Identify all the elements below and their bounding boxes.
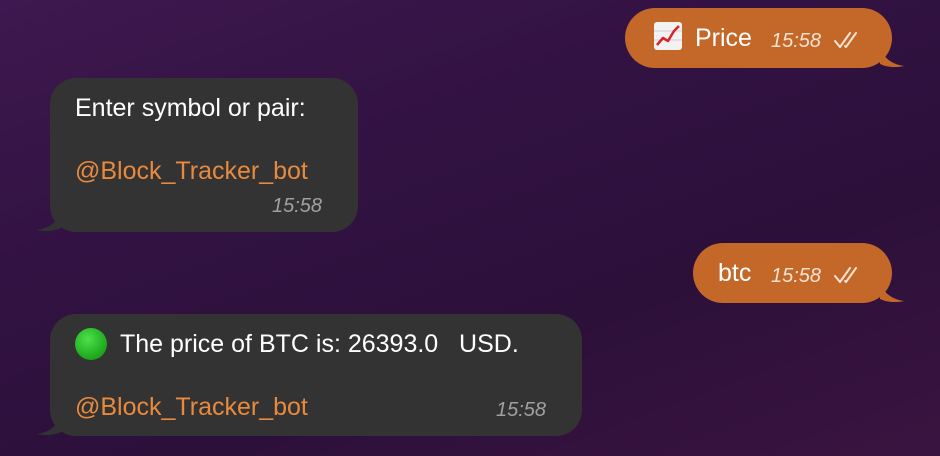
bot-mention-link[interactable]: @Block_Tracker_bot bbox=[75, 156, 308, 186]
green-circle-icon bbox=[75, 328, 107, 360]
chat-history: Price 15:58 Enter symbol or pair: @Block… bbox=[0, 0, 940, 456]
message-time: 15:58 bbox=[496, 399, 547, 421]
bubble-tail bbox=[880, 46, 904, 68]
bubble-tail bbox=[37, 414, 61, 436]
chart-increasing-icon bbox=[654, 22, 682, 50]
message-bubble-incoming[interactable]: The price of BTC is: 26393.0 USD. @Block… bbox=[50, 314, 582, 436]
message-bubble-outgoing[interactable]: btc 15:58 bbox=[693, 243, 892, 303]
double-check-icon bbox=[834, 267, 857, 283]
message-time: 15:58 bbox=[272, 195, 323, 217]
message-bubble-outgoing[interactable]: Price 15:58 bbox=[625, 8, 892, 68]
message-text: Price bbox=[695, 24, 752, 52]
double-check-icon bbox=[834, 32, 857, 48]
message-time: 15:58 bbox=[771, 30, 822, 52]
message-text: Enter symbol or pair: bbox=[75, 94, 306, 122]
message-bubble-incoming[interactable]: Enter symbol or pair: @Block_Tracker_bot… bbox=[50, 78, 358, 232]
message-text: btc bbox=[718, 259, 752, 287]
bubble-tail bbox=[880, 281, 904, 303]
bot-mention-link[interactable]: @Block_Tracker_bot bbox=[75, 392, 308, 422]
bubble-tail bbox=[37, 210, 61, 232]
message-text: The price of BTC is: 26393.0 USD. bbox=[120, 330, 519, 358]
message-time: 15:58 bbox=[771, 265, 822, 287]
